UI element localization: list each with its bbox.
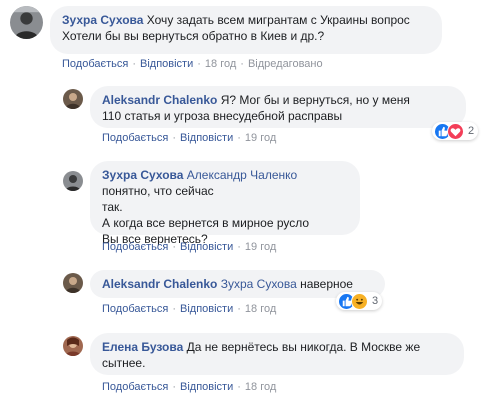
haha-icon [351,292,368,310]
avatar-zukhra[interactable] [63,171,83,191]
like-link[interactable]: Подобається [102,303,168,315]
timestamp[interactable]: 18 год [205,58,236,70]
like-link[interactable]: Подобається [102,241,168,253]
timestamp[interactable]: 18 год [245,303,276,315]
comment-author[interactable]: Зухра Сухова [102,168,187,182]
reply-link[interactable]: Відповісти [180,303,233,315]
comment-actions-3: Подобається · Відповісти · 19 год [102,241,277,253]
reactions-count: 3 [372,295,379,307]
edited-label[interactable]: Відредаговано [248,58,323,70]
comment-actions-1: Подобається · Відповісти · 18 год · Відредагов… [62,58,323,70]
comment-actions-2: Подобається · Відповісти · 19 год [102,132,277,144]
reply-link[interactable]: Відповісти [180,132,233,144]
reactions-badge[interactable]: 2 [432,122,479,140]
comment-actions-5: Подобається · Відповісти · 18 год [102,381,277,393]
comment-bubble-3: Зухра Сухова Александр Чаленко понятно, … [90,161,360,246]
mention-link[interactable]: Александр Чаленко [187,168,297,182]
comment-author[interactable]: Aleksandr Chalenko [102,93,221,107]
timestamp[interactable]: 18 год [245,381,276,393]
like-link[interactable]: Подобається [102,132,168,144]
like-link[interactable]: Подобається [102,381,168,393]
timestamp[interactable]: 19 год [245,132,276,144]
avatar-aleksandr[interactable] [63,273,83,293]
reply-link[interactable]: Відповісти [180,241,233,253]
avatar-aleksandr[interactable] [63,89,83,109]
reply-link[interactable]: Відповісти [140,58,193,70]
comment-text: наверное [296,277,353,291]
timestamp[interactable]: 19 год [245,241,276,253]
comment-actions-4: Подобається · Відповісти · 18 год [102,303,277,315]
comment-bubble-1: Зухра Сухова Хочу задать всем мигрантам … [50,6,442,54]
comment-bubble-5: Елена Бузова Да не вернётесь вы никогда.… [90,333,464,375]
reactions-badge[interactable]: 3 [336,292,383,310]
avatar-zukhra[interactable] [10,6,43,39]
reactions-count: 2 [468,125,475,137]
reply-link[interactable]: Відповісти [180,381,233,393]
comment-author[interactable]: Зухра Сухова [62,13,147,27]
comment-bubble-2: Aleksandr Chalenko Я? Мог бы и вернуться… [90,86,466,128]
comment-author[interactable]: Aleksandr Chalenko [102,277,221,291]
like-link[interactable]: Подобається [62,58,128,70]
avatar-elena[interactable] [63,336,83,356]
comment-author[interactable]: Елена Бузова [102,340,187,354]
love-icon [447,122,464,140]
mention-link[interactable]: Зухра Сухова [221,277,297,291]
